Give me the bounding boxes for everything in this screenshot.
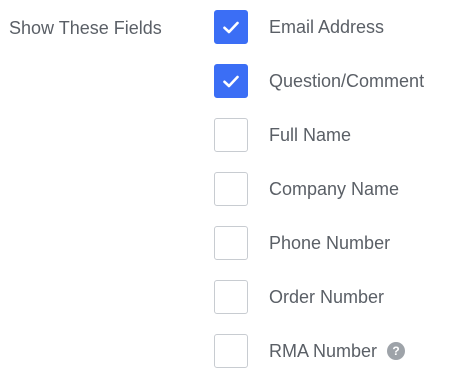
order-number-label[interactable]: Order Number — [269, 284, 384, 310]
field-row-company-name[interactable]: Company Name — [214, 172, 424, 206]
field-row-phone-number[interactable]: Phone Number — [214, 226, 424, 260]
checkmark-icon — [223, 21, 239, 33]
field-row-email-address[interactable]: Email Address — [214, 10, 424, 44]
rma-number-checkbox[interactable] — [214, 334, 248, 368]
section-label: Show These Fields — [9, 18, 162, 38]
field-checkbox-list: Email Address Question/Comment Full Name… — [214, 10, 424, 368]
field-row-full-name[interactable]: Full Name — [214, 118, 424, 152]
company-name-checkbox[interactable] — [214, 172, 248, 206]
question-comment-label[interactable]: Question/Comment — [269, 68, 424, 94]
order-number-checkbox[interactable] — [214, 280, 248, 314]
phone-number-checkbox[interactable] — [214, 226, 248, 260]
rma-number-label[interactable]: RMA Number — [269, 338, 377, 364]
field-row-rma-number[interactable]: RMA Number ? — [214, 334, 424, 368]
full-name-checkbox[interactable] — [214, 118, 248, 152]
checkmark-icon — [223, 75, 239, 87]
full-name-label[interactable]: Full Name — [269, 122, 351, 148]
phone-number-label[interactable]: Phone Number — [269, 230, 390, 256]
company-name-label[interactable]: Company Name — [269, 176, 399, 202]
field-row-question-comment[interactable]: Question/Comment — [214, 64, 424, 98]
question-mark-icon[interactable]: ? — [387, 342, 406, 360]
question-comment-checkbox[interactable] — [214, 64, 248, 98]
field-row-order-number[interactable]: Order Number — [214, 280, 424, 314]
email-address-label[interactable]: Email Address — [269, 14, 384, 40]
email-address-checkbox[interactable] — [214, 10, 248, 44]
